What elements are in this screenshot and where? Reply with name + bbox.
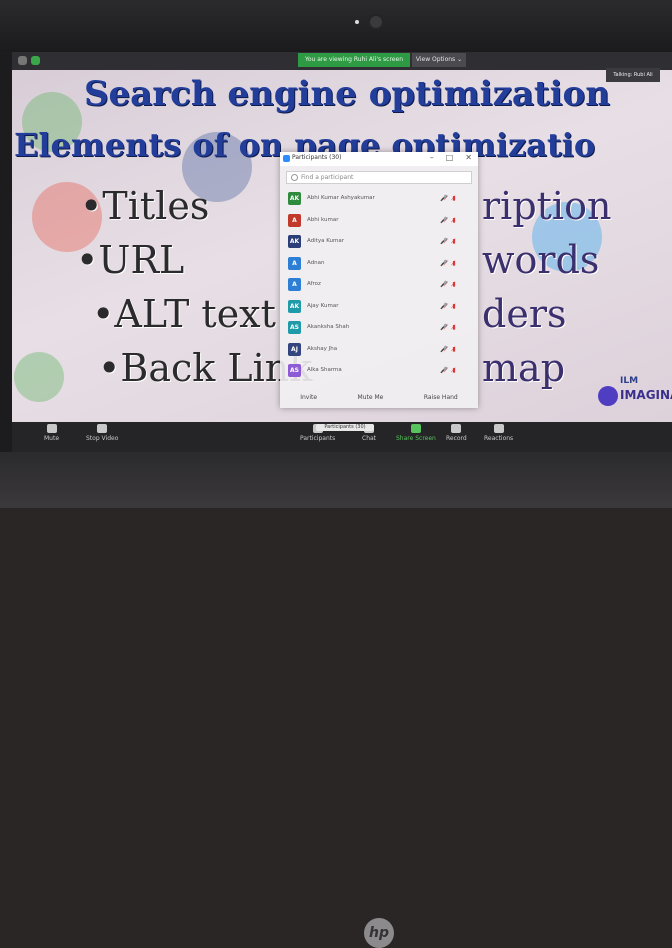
microphone-icon (46, 424, 57, 433)
participant-name: Ajay Kumar (307, 302, 339, 309)
reactions-label: Reactions (484, 435, 514, 442)
muted-mic-video-icon[interactable]: 🎤̸ ▮̸ (440, 346, 457, 353)
zoom-meeting-window: You are viewing Ruhi Ali's screen View O… (12, 52, 672, 452)
bullet-right-2: words (482, 238, 600, 282)
hp-logo: hp (364, 918, 394, 948)
participant-row[interactable]: AK Aditya Kumar 🎤̸ ▮̸ (280, 231, 478, 253)
whatsapp-bg-icon (14, 352, 64, 402)
close-window-icon[interactable] (18, 56, 27, 65)
participant-name: Afroz (307, 281, 321, 287)
share-screen-button[interactable]: Share Screen (396, 424, 436, 442)
bullet-left-3: •ALT text (92, 292, 276, 336)
participants-panel-footer: Invite Mute Me Raise Hand (280, 386, 478, 408)
participants-panel-title: Participants (30) (292, 154, 342, 161)
share-screen-icon (410, 424, 421, 433)
logo-text-imagination: IMAGINA (620, 388, 672, 402)
raise-hand-button[interactable]: Raise Hand (424, 394, 458, 401)
record-label: Record (446, 435, 467, 442)
muted-mic-video-icon[interactable]: 🎤̸ ▮̸ (440, 281, 457, 288)
participant-name: Alka Sharma (307, 367, 342, 373)
video-camera-icon (97, 424, 108, 433)
mute-button[interactable]: Mute (44, 424, 59, 442)
security-shield-icon[interactable] (31, 56, 40, 65)
participant-row[interactable]: AK Abhi Kumar Ashyakumar 🎤̸ ▮̸ (280, 188, 478, 210)
zoom-app-icon (283, 155, 290, 162)
bullet-right-1: ription (482, 184, 612, 228)
muted-mic-video-icon[interactable]: 🎤̸ ▮̸ (440, 260, 457, 267)
participant-name: Aditya Kumar (307, 238, 345, 244)
logo-text-ilm: ILM (620, 376, 639, 386)
muted-mic-video-icon[interactable]: 🎤̸ ▮̸ (440, 303, 457, 310)
record-icon (451, 424, 462, 433)
stop-video-label: Stop Video (86, 435, 119, 442)
participants-panel: Participants (30) – □ ✕ Find a participa… (280, 152, 478, 408)
participant-avatar: AK (288, 235, 301, 248)
participant-avatar: AK (288, 192, 301, 205)
share-screen-label: Share Screen (396, 435, 436, 442)
participant-avatar: A (288, 278, 301, 291)
slide-title-line-1: Search engine optimization (84, 74, 610, 114)
participant-row[interactable]: A Afroz 🎤̸ ▮̸ (280, 274, 478, 296)
participants-panel-header: Participants (30) – □ ✕ (280, 152, 478, 166)
participant-avatar: AS (288, 364, 301, 377)
webcam-icon (370, 16, 382, 28)
participant-row[interactable]: AS Akanksha Shah 🎤̸ ▮̸ (280, 317, 478, 339)
laptop-bottom-bezel: hp (0, 452, 672, 948)
logo-mark-icon (598, 386, 618, 406)
ilm-imagination-logo: ILM IMAGINA (598, 374, 672, 422)
participant-name: Abhi kumar (307, 216, 339, 223)
reactions-button[interactable]: Reactions (484, 424, 513, 442)
bullet-left-1: •Titles (80, 184, 210, 228)
participant-row[interactable]: A Adnan 🎤̸ ▮̸ (280, 253, 478, 275)
talking-indicator: Talking: Rubi Ali (606, 68, 660, 82)
minimize-icon[interactable]: – (430, 153, 434, 162)
participant-avatar: AJ (288, 342, 301, 356)
muted-mic-video-icon[interactable]: 🎤̸ ▮̸ (440, 217, 457, 224)
participant-avatar: AS (288, 321, 301, 334)
bullet-right-3: ders (482, 292, 567, 336)
screen-share-banner: You are viewing Ruhi Ali's screen (298, 53, 410, 67)
meeting-top-bar: You are viewing Ruhi Ali's screen View O… (12, 52, 672, 70)
bullet-right-4: map (482, 346, 566, 390)
participant-avatar: A (288, 213, 301, 227)
camera-light-icon (355, 20, 359, 24)
participant-avatar: A (288, 256, 301, 270)
invite-button[interactable]: Invite (300, 394, 317, 401)
participant-row[interactable]: A Abhi kumar 🎤̸ ▮̸ (280, 210, 478, 232)
record-button[interactable]: Record (446, 424, 467, 442)
participant-name: Akanksha Shah (307, 324, 350, 330)
close-icon[interactable]: ✕ (465, 153, 472, 162)
muted-mic-video-icon[interactable]: 🎤̸ ▮̸ (440, 195, 457, 202)
find-participant-input[interactable]: Find a participant (286, 171, 472, 184)
stop-video-button[interactable]: Stop Video (86, 424, 118, 442)
participant-row[interactable]: AK Ajay Kumar 🎤̸ ▮̸ (280, 296, 478, 318)
participant-name: Akshay Jha (307, 345, 338, 352)
participant-name: Adnan (307, 259, 325, 266)
participant-name: Abhi Kumar Ashyakumar (307, 195, 375, 201)
participant-row[interactable]: AJ Akshay Jha 🎤̸ ▮̸ (280, 339, 478, 361)
chat-label: Chat (362, 435, 377, 442)
mute-me-button[interactable]: Mute Me (358, 394, 384, 401)
muted-mic-video-icon[interactable]: 🎤̸ ▮̸ (440, 367, 457, 374)
maximize-icon[interactable]: □ (446, 153, 454, 162)
panel-window-controls: – □ ✕ (430, 153, 472, 162)
muted-mic-video-icon[interactable]: 🎤̸ ▮̸ (440, 324, 457, 331)
smiley-icon (493, 424, 504, 433)
mute-label: Mute (44, 435, 60, 442)
participant-avatar: AK (288, 299, 301, 313)
participant-row[interactable]: AS Alka Sharma 🎤̸ ▮̸ (280, 360, 478, 382)
view-options-button[interactable]: View Options ⌄ (412, 53, 466, 67)
participants-label: Participants (300, 435, 336, 442)
muted-mic-video-icon[interactable]: 🎤̸ ▮̸ (440, 238, 457, 245)
laptop-top-bezel (0, 0, 672, 52)
window-controls (18, 56, 40, 65)
search-icon (291, 174, 298, 181)
bullet-left-2: •URL (76, 238, 185, 282)
laptop-left-bezel (0, 52, 12, 452)
participants-list: AK Abhi Kumar Ashyakumar 🎤̸ ▮̸ A Abhi kumar 🎤… (280, 188, 478, 382)
participants-count-tooltip: Participants (30) (316, 424, 374, 431)
find-participant-placeholder: Find a participant (301, 174, 354, 181)
